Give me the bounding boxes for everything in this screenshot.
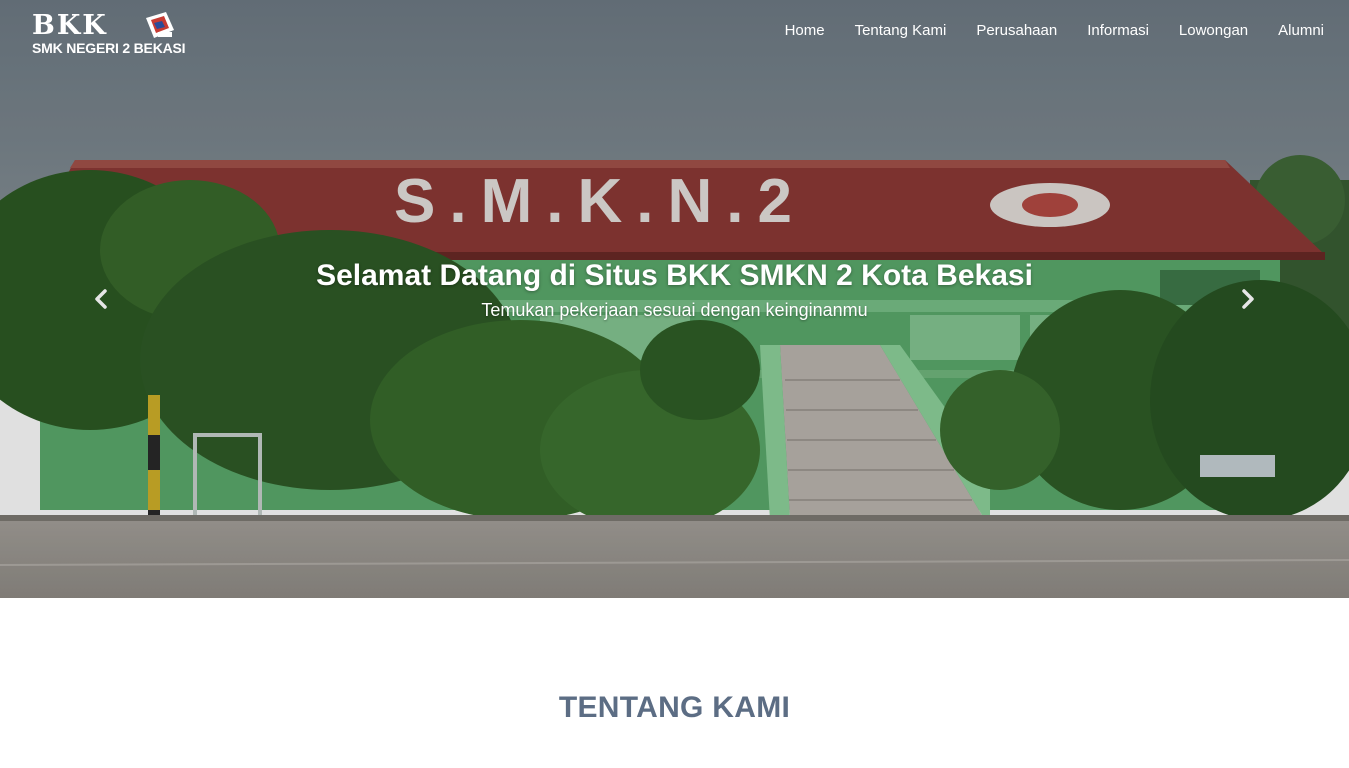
hero-heading: Selamat Datang di Situs BKK SMKN 2 Kota … xyxy=(316,259,1033,292)
top-navbar: BKK SMK NEGERI 2 BEKASI Home Tentang Kam… xyxy=(0,0,1349,64)
nav-home[interactable]: Home xyxy=(785,22,825,40)
hero-carousel: S.M.K.N.2 BKK SMK NEGERI 2 BEKASI Home T… xyxy=(0,0,1349,598)
hero-subheading: Temukan pekerjaan sesuai dengan keingina… xyxy=(481,300,868,320)
about-heading: TENTANG KAMI xyxy=(558,691,791,724)
chevron-right-icon xyxy=(1242,289,1254,309)
carousel-prev-button[interactable] xyxy=(83,283,119,315)
nav-alumni[interactable]: Alumni xyxy=(1278,22,1324,40)
nav-perusahaan[interactable]: Perusahaan xyxy=(976,22,1057,40)
carousel-caption: Selamat Datang di Situs BKK SMKN 2 Kota … xyxy=(0,256,1349,323)
nav-tentang-kami[interactable]: Tentang Kami xyxy=(855,22,947,40)
carousel-next-button[interactable] xyxy=(1230,283,1266,315)
nav-informasi[interactable]: Informasi xyxy=(1087,22,1149,40)
brand-title: BKK xyxy=(32,10,108,41)
chevron-left-icon xyxy=(95,289,107,309)
about-section: TENTANG KAMI xyxy=(0,598,1349,768)
nav-lowongan[interactable]: Lowongan xyxy=(1179,22,1248,40)
main-nav: Home Tentang Kami Perusahaan Informasi L… xyxy=(785,22,1324,40)
brand-subtitle: SMK NEGERI 2 BEKASI xyxy=(32,40,186,56)
brand-logo[interactable]: BKK SMK NEGERI 2 BEKASI xyxy=(32,12,192,60)
school-emblem-icon xyxy=(146,12,174,38)
